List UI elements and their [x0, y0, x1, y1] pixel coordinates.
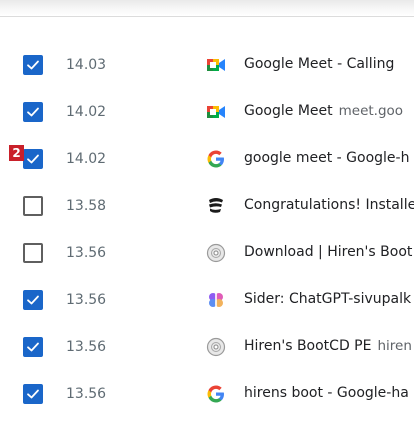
page-title-link[interactable]: Google Meet - Calling [244, 56, 414, 72]
select-checkbox[interactable] [23, 243, 43, 263]
edge-install-icon [206, 196, 226, 216]
select-checkbox[interactable] [23, 102, 43, 122]
visit-time: 14.02 [66, 104, 107, 120]
select-checkbox[interactable] [23, 290, 43, 310]
history-row[interactable]: 13.58 Congratulations! Installe [0, 184, 414, 231]
select-checkbox[interactable] [23, 55, 43, 75]
page-title-link[interactable]: Sider: ChatGPT-sivupalk [244, 291, 414, 307]
page-title-text: Google Meet [244, 103, 333, 119]
page-title-text: Congratulations! Installe [244, 197, 414, 213]
visit-time: 13.56 [66, 386, 107, 402]
page-title-link[interactable]: Congratulations! Installe [244, 197, 414, 213]
history-row[interactable]: 13.56 Sider: ChatGPT-sivupalk [0, 278, 414, 325]
page-url: hiren [377, 338, 412, 354]
history-row[interactable]: 2 14.02 google meet - Google-h [0, 137, 414, 184]
page-title-link[interactable]: Google Meet meet.goo [244, 103, 414, 119]
page-title-link[interactable]: Hiren's BootCD PE hiren [244, 338, 414, 354]
google-icon [206, 149, 226, 169]
page-title-link[interactable]: Download | Hiren's Boot [244, 244, 414, 260]
page-title-text: Google Meet - Calling [244, 56, 395, 72]
page-title-text: hirens boot - Google-ha [244, 385, 409, 401]
disc-icon [206, 243, 226, 263]
visit-time: 13.56 [66, 339, 107, 355]
page-title-text: Download | Hiren's Boot [244, 244, 413, 260]
google-meet-icon [206, 102, 226, 122]
select-checkbox[interactable] [23, 384, 43, 404]
page-title-link[interactable]: hirens boot - Google-ha [244, 385, 414, 401]
google-icon [206, 384, 226, 404]
sider-icon [206, 290, 226, 310]
history-row[interactable]: 13.56 hirens boot - Google-ha [0, 372, 414, 419]
page-title-text: google meet - Google-h [244, 150, 410, 166]
page-title-link[interactable]: google meet - Google-h [244, 150, 414, 166]
history-row[interactable]: 13.56 Download | Hiren's Boot [0, 231, 414, 278]
visit-time: 13.56 [66, 292, 107, 308]
toolbar-shadow [0, 0, 414, 17]
disc-icon [206, 337, 226, 357]
history-list: 14.03 Google Meet - Calling 14.02 Google Me… [0, 43, 414, 419]
history-row[interactable]: 14.02 Google Meet meet.goo [0, 90, 414, 137]
history-row[interactable]: 13.56 Hiren's BootCD PE hiren [0, 325, 414, 372]
select-checkbox[interactable] [23, 149, 43, 169]
page-title-text: Hiren's BootCD PE [244, 338, 372, 354]
select-checkbox[interactable] [23, 337, 43, 357]
select-checkbox[interactable] [23, 196, 43, 216]
page-title-text: Sider: ChatGPT-sivupalk [244, 291, 412, 307]
visit-time: 13.58 [66, 198, 107, 214]
number-badge: 2 [9, 145, 24, 161]
page-url: meet.goo [338, 103, 404, 119]
history-row[interactable]: 14.03 Google Meet - Calling [0, 43, 414, 90]
google-meet-icon [206, 55, 226, 75]
visit-time: 13.56 [66, 245, 107, 261]
visit-time: 14.02 [66, 151, 107, 167]
visit-time: 14.03 [66, 57, 107, 73]
